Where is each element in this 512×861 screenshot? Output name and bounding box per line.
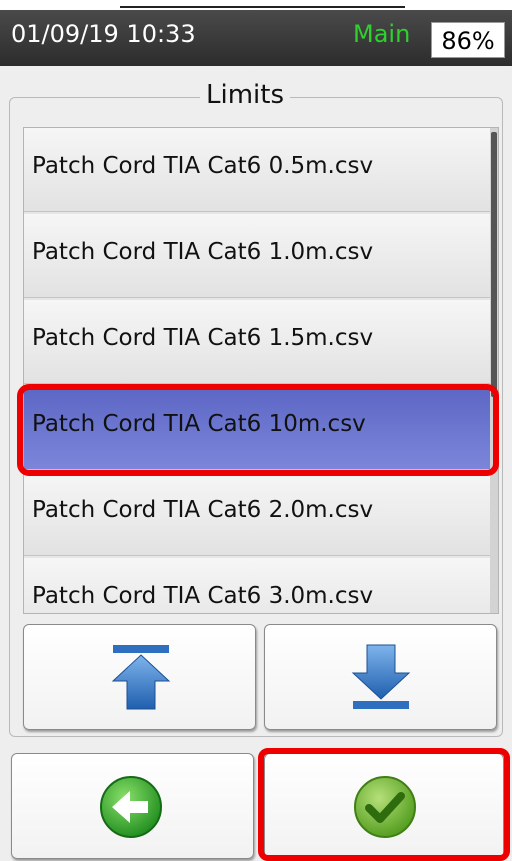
top-caption-strip bbox=[0, 0, 512, 10]
arrow-to-top-icon bbox=[111, 645, 171, 710]
caption-underline bbox=[120, 6, 405, 8]
status-datetime: 01/09/19 10:33 bbox=[11, 20, 196, 48]
list-item-label: Patch Cord TIA Cat6 10m.csv bbox=[32, 411, 366, 437]
list-item[interactable]: Patch Cord TIA Cat6 1.0m.csv bbox=[24, 214, 490, 298]
list-item[interactable]: Patch Cord TIA Cat6 3.0m.csv bbox=[24, 558, 490, 613]
scrollbar-track[interactable] bbox=[490, 128, 498, 613]
back-button[interactable] bbox=[11, 753, 254, 859]
status-mode: Main bbox=[353, 20, 411, 48]
list-item[interactable]: Patch Cord TIA Cat6 2.0m.csv bbox=[24, 472, 490, 556]
scroll-top-button[interactable] bbox=[23, 624, 256, 730]
green-back-arrow-icon bbox=[100, 776, 162, 838]
panel-title: Limits bbox=[200, 80, 290, 110]
list-item-label: Patch Cord TIA Cat6 1.0m.csv bbox=[32, 239, 374, 265]
confirm-button[interactable] bbox=[264, 753, 504, 859]
limits-file-list[interactable]: Patch Cord TIA Cat6 0.5m.csv Patch Cord … bbox=[23, 127, 499, 614]
list-item-label: Patch Cord TIA Cat6 1.5m.csv bbox=[32, 325, 374, 351]
list-item-label: Patch Cord TIA Cat6 0.5m.csv bbox=[32, 153, 374, 179]
list-item[interactable]: Patch Cord TIA Cat6 0.5m.csv bbox=[24, 128, 490, 212]
list-item[interactable]: Patch Cord TIA Cat6 1.5m.csv bbox=[24, 300, 490, 384]
battery-indicator: 86% bbox=[431, 22, 505, 58]
scrollbar-thumb[interactable] bbox=[491, 132, 497, 397]
list-item-selected[interactable]: Patch Cord TIA Cat6 10m.csv bbox=[24, 386, 490, 470]
list-item-label: Patch Cord TIA Cat6 2.0m.csv bbox=[32, 497, 374, 523]
scroll-bottom-button[interactable] bbox=[264, 624, 497, 730]
status-bar: 01/09/19 10:33 Main 86% bbox=[0, 10, 512, 66]
arrow-to-bottom-icon bbox=[351, 644, 411, 709]
list-item-label: Patch Cord TIA Cat6 3.0m.csv bbox=[32, 583, 374, 609]
green-checkmark-icon bbox=[354, 776, 416, 838]
